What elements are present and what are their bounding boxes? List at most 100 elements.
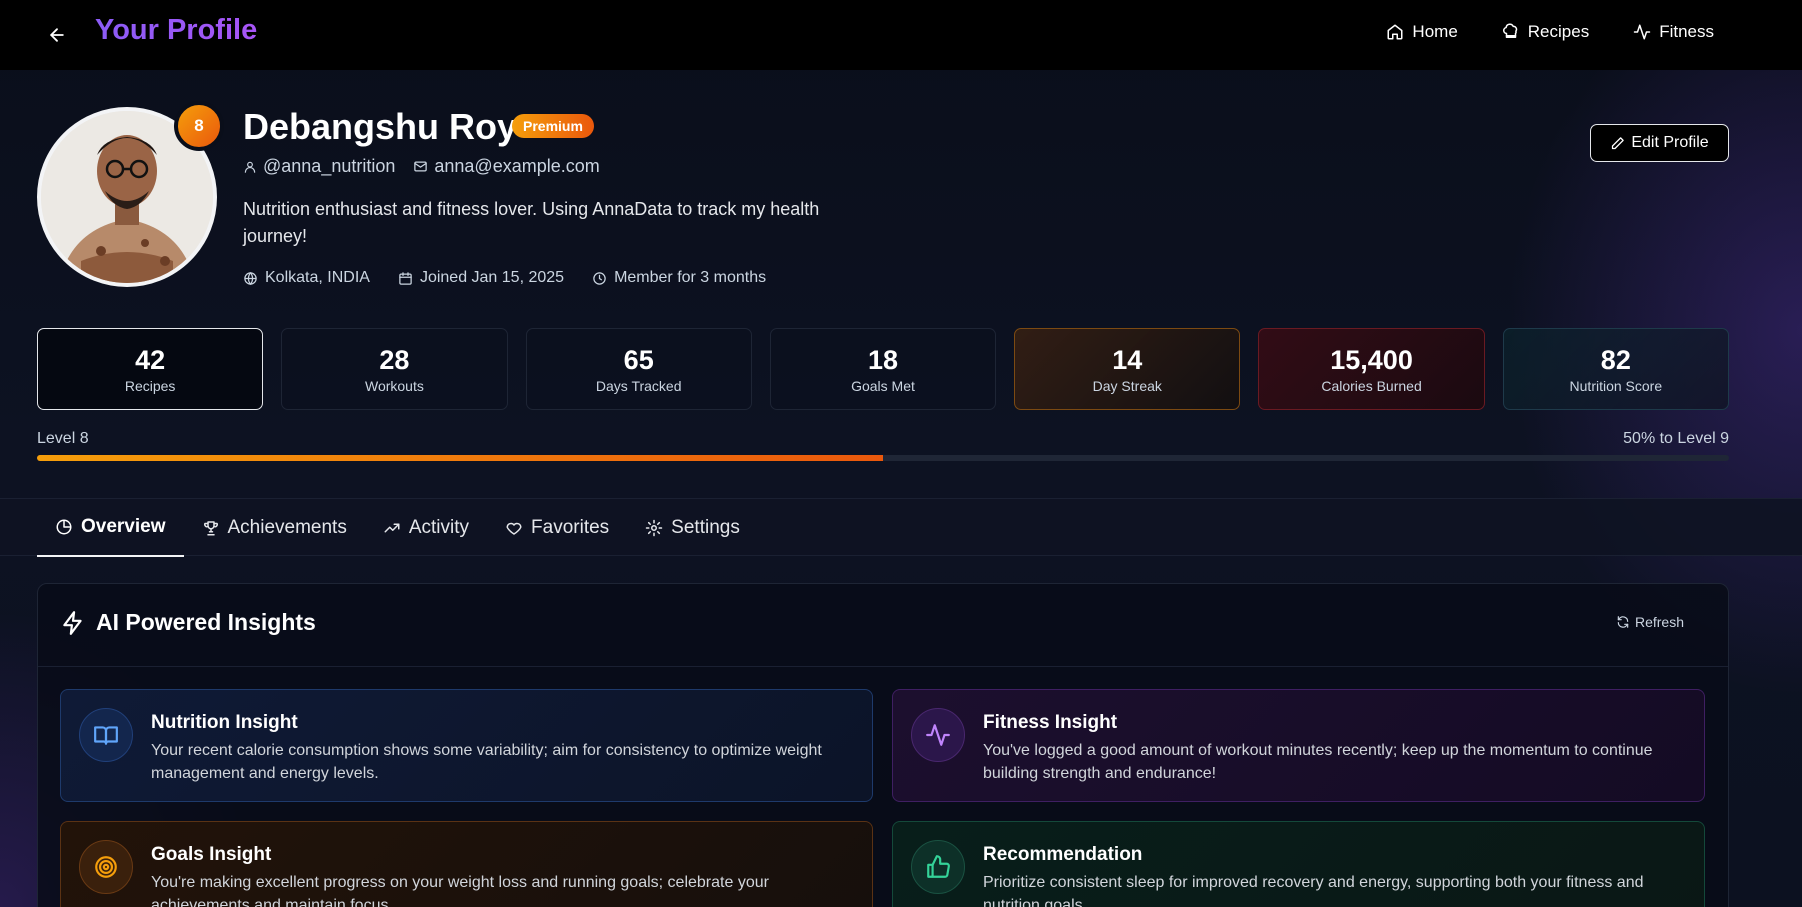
ai-insights-panel: AI Powered Insights Refresh Nutrition In… bbox=[37, 583, 1729, 907]
stat-label: Goals Met bbox=[851, 378, 915, 394]
current-level: Level 8 bbox=[37, 430, 89, 447]
tab-settings-label: Settings bbox=[671, 517, 740, 538]
goals-icon-wrap bbox=[79, 840, 133, 894]
card-title: Fitness Insight bbox=[983, 712, 1118, 733]
stat-label: Days Tracked bbox=[595, 378, 682, 394]
stat-value: 14 bbox=[1112, 345, 1143, 375]
thumbs-up-icon bbox=[927, 855, 950, 878]
membership-duration: Member for 3 months bbox=[592, 269, 766, 287]
stat-label: Workouts bbox=[364, 378, 424, 394]
tab-favorites[interactable]: Favorites bbox=[487, 499, 627, 557]
stat-label: Recipes bbox=[124, 378, 176, 394]
insights-divider bbox=[38, 666, 1728, 667]
trophy-icon bbox=[203, 521, 218, 536]
username: @anna_nutrition bbox=[243, 156, 395, 177]
stat-day-streak[interactable]: 14 Day Streak bbox=[1014, 328, 1241, 410]
edit-profile-button[interactable]: Edit Profile bbox=[1590, 124, 1729, 162]
fitness-insight-card: Fitness Insight You've logged a good amo… bbox=[892, 689, 1705, 802]
nav-fitness-label: Fitness bbox=[1659, 22, 1714, 41]
stat-workouts[interactable]: 28 Workouts bbox=[281, 328, 508, 410]
profile-tabs: Overview Achievements Activity Favorites… bbox=[37, 499, 758, 557]
heart-icon bbox=[506, 522, 522, 535]
avatar-container: 8 bbox=[37, 101, 224, 287]
fitness-icon-wrap bbox=[911, 708, 965, 762]
stat-goals-met[interactable]: 18 Goals Met bbox=[769, 328, 997, 410]
nav-fitness[interactable]: Fitness bbox=[1633, 22, 1714, 42]
next-level-progress: 50% to Level 9 bbox=[1623, 430, 1729, 447]
insights-header: AI Powered Insights bbox=[60, 609, 316, 636]
location-text: Kolkata, INDIA bbox=[265, 269, 370, 286]
stat-label: Nutrition Score bbox=[1569, 378, 1663, 394]
card-text: You're making excellent progress on your… bbox=[151, 874, 769, 907]
nutrition-insight-card: Nutrition Insight Your recent calorie co… bbox=[60, 689, 873, 802]
tab-achievements-label: Achievements bbox=[227, 517, 347, 538]
pie-chart-icon bbox=[56, 519, 72, 535]
tab-settings[interactable]: Settings bbox=[627, 499, 758, 557]
globe-icon bbox=[244, 271, 257, 285]
stat-value: 82 bbox=[1600, 345, 1631, 375]
card-text: Prioritize consistent sleep for improved… bbox=[983, 874, 1644, 907]
home-icon bbox=[1387, 24, 1403, 40]
calendar-icon bbox=[399, 271, 412, 285]
goals-insight-card: Goals Insight You're making excellent pr… bbox=[60, 821, 873, 907]
membership-text: Member for 3 months bbox=[614, 269, 767, 286]
stat-value: 65 bbox=[623, 345, 654, 375]
trending-up-icon bbox=[384, 523, 400, 533]
user-name: Debangshu Roy bbox=[243, 106, 518, 147]
stat-value: 18 bbox=[867, 345, 898, 375]
nav-home[interactable]: Home bbox=[1386, 22, 1458, 42]
email: anna@example.com bbox=[413, 156, 600, 177]
level-progress-fill bbox=[37, 455, 883, 461]
page-title: Your Profile bbox=[95, 14, 258, 46]
refresh-button[interactable]: Refresh bbox=[1616, 614, 1684, 630]
top-bar: Your Profile Home Recipes Fitness bbox=[0, 0, 1802, 70]
stat-label: Calories Burned bbox=[1321, 378, 1422, 394]
book-open-icon bbox=[94, 726, 118, 745]
card-title: Nutrition Insight bbox=[151, 712, 298, 733]
card-text: You've logged a good amount of workout m… bbox=[983, 742, 1653, 782]
stat-recipes[interactable]: 42 Recipes bbox=[37, 328, 264, 410]
stat-value: 28 bbox=[379, 345, 410, 375]
top-nav: Home Recipes Fitness bbox=[1386, 22, 1714, 42]
recommendation-card: Recommendation Prioritize consistent sle… bbox=[892, 821, 1705, 907]
insights-title: AI Powered Insights bbox=[96, 609, 316, 635]
stats-row: 42 Recipes 28 Workouts 65 Days Tracked 1… bbox=[37, 328, 1729, 410]
profile-content: 8 Debangshu Roy Premium @anna_nutrition … bbox=[0, 70, 1802, 907]
tab-activity[interactable]: Activity bbox=[365, 499, 487, 557]
user-bio: Nutrition enthusiast and fitness lover. … bbox=[243, 199, 820, 246]
tab-activity-label: Activity bbox=[408, 517, 470, 538]
back-button[interactable] bbox=[44, 22, 70, 48]
activity-icon bbox=[1633, 24, 1651, 40]
arrow-left-icon bbox=[50, 28, 64, 42]
target-icon bbox=[95, 856, 117, 878]
recommendation-icon-wrap bbox=[911, 840, 965, 894]
chef-hat-icon bbox=[1502, 23, 1517, 38]
card-text: Your recent calorie consumption shows so… bbox=[151, 742, 822, 782]
pencil-icon bbox=[1612, 136, 1625, 149]
premium-badge: Premium bbox=[512, 114, 594, 138]
tab-achievements[interactable]: Achievements bbox=[184, 499, 365, 557]
stat-value: 15,400 bbox=[1330, 345, 1413, 375]
location: Kolkata, INDIA bbox=[243, 269, 370, 287]
level-info: Level 8 50% to Level 9 bbox=[37, 430, 1729, 448]
zap-icon bbox=[63, 610, 82, 635]
nav-recipes-label: Recipes bbox=[1527, 22, 1590, 41]
username-text: @anna_nutrition bbox=[263, 156, 396, 176]
nutrition-icon-wrap bbox=[79, 708, 133, 762]
joined-text: Joined Jan 15, 2025 bbox=[419, 269, 565, 286]
nav-recipes[interactable]: Recipes bbox=[1502, 22, 1589, 42]
tab-overview-label: Overview bbox=[81, 516, 166, 537]
nav-home-label: Home bbox=[1412, 22, 1458, 41]
stat-calories-burned[interactable]: 15,400 Calories Burned bbox=[1258, 328, 1485, 410]
refresh-label: Refresh bbox=[1634, 614, 1684, 630]
stat-days-tracked[interactable]: 65 Days Tracked bbox=[525, 328, 752, 410]
level-progress-bar bbox=[37, 455, 1729, 461]
stat-nutrition-score[interactable]: 82 Nutrition Score bbox=[1502, 328, 1729, 410]
refresh-icon bbox=[1617, 616, 1629, 628]
email-text: anna@example.com bbox=[434, 156, 600, 176]
mail-icon bbox=[414, 161, 428, 172]
edit-profile-label: Edit Profile bbox=[1631, 134, 1709, 151]
level-badge: 8 bbox=[174, 101, 224, 151]
tab-overview[interactable]: Overview bbox=[37, 499, 184, 557]
stat-label: Day Streak bbox=[1092, 378, 1162, 394]
